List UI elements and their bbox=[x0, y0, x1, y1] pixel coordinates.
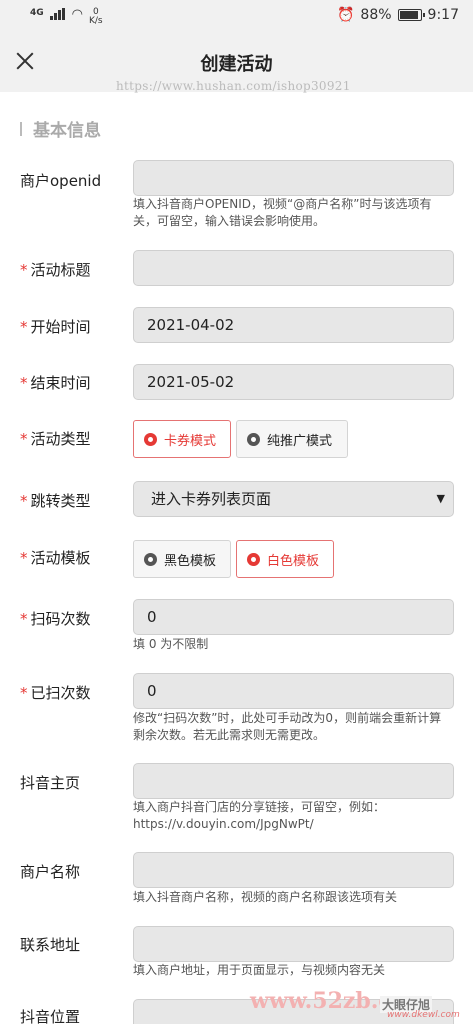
activity-template-label-text: 活动模板 bbox=[30, 549, 91, 567]
activity-template-label: * 活动模板 bbox=[20, 547, 91, 568]
activity-title-label-text: 活动标题 bbox=[30, 261, 91, 279]
douyin-homepage-label-text: 抖音主页 bbox=[20, 774, 81, 792]
radio-promotion-mode-label: 纯推广模式 bbox=[267, 433, 333, 449]
merchant-openid-label: 商户openid bbox=[20, 170, 101, 191]
merchant-name-hint: 填入抖音商户名称，视频的商户名称跟该选项有关 bbox=[133, 890, 398, 904]
alarm-icon: ⏰ bbox=[336, 7, 355, 23]
merchant-name-input[interactable] bbox=[133, 852, 454, 888]
start-time-input[interactable]: 2021-04-02 bbox=[133, 307, 454, 343]
status-bar: 4G ◠ 0 K/s ⏰ 88% 9:17 bbox=[0, 0, 473, 34]
required-mark: * bbox=[20, 374, 28, 392]
contact-address-input[interactable] bbox=[133, 926, 454, 962]
dropdown-arrow-icon: ▼ bbox=[436, 492, 445, 505]
activity-type-label: * 活动类型 bbox=[20, 428, 91, 449]
signal-bars-icon bbox=[49, 8, 66, 20]
battery-icon bbox=[397, 9, 425, 21]
section-title-text: 基本信息 bbox=[33, 121, 101, 141]
scan-count-hint: 填 0 为不限制 bbox=[133, 637, 209, 651]
required-mark: * bbox=[20, 549, 28, 567]
activity-type-label-text: 活动类型 bbox=[30, 430, 91, 448]
activity-title-input[interactable] bbox=[133, 250, 454, 286]
status-left: 4G ◠ 0 K/s bbox=[30, 8, 103, 26]
activity-title-label: * 活动标题 bbox=[20, 259, 91, 280]
merchant-openid-input[interactable] bbox=[133, 160, 454, 196]
merchant-name-label: 商户名称 bbox=[20, 861, 80, 882]
status-right: ⏰ 88% 9:17 bbox=[337, 7, 459, 23]
douyin-location-label: 抖音位置 bbox=[20, 1006, 80, 1024]
scanned-count-hint: 修改“扫码次数”时，此处可手动改为0，则前端会重新计算剩余次数。若无此需求则无需… bbox=[133, 711, 442, 742]
required-mark: * bbox=[20, 261, 28, 279]
radio-white-template-label: 白色模板 bbox=[267, 553, 320, 569]
scan-count-label: * 扫码次数 bbox=[20, 608, 91, 629]
watermark-url: https://www.hushan.com/ishop30921 bbox=[116, 79, 351, 93]
radio-unselected-icon bbox=[144, 552, 157, 566]
wifi-icon: ◠ bbox=[71, 7, 83, 22]
nav-bar: 创建活动 https://www.hushan.com/ishop30921 bbox=[0, 34, 473, 93]
douyin-homepage-input[interactable] bbox=[133, 763, 454, 799]
jump-type-value: 进入卡券列表页面 bbox=[151, 490, 272, 508]
start-time-label-text: 开始时间 bbox=[30, 318, 91, 336]
speed-unit: K/s bbox=[89, 16, 103, 26]
merchant-name-label-text: 商户名称 bbox=[20, 863, 81, 881]
radio-white-template[interactable]: 白色模板 bbox=[236, 540, 334, 578]
start-time-label: * 开始时间 bbox=[20, 316, 91, 337]
required-mark: * bbox=[20, 492, 28, 510]
radio-promotion-mode[interactable]: 纯推广模式 bbox=[236, 420, 348, 458]
merchant-openid-label-text: 商户openid bbox=[20, 172, 102, 190]
battery-percent: 88% bbox=[360, 7, 392, 23]
scanned-count-label: * 已扫次数 bbox=[20, 682, 91, 703]
clock-time: 9:17 bbox=[427, 7, 459, 23]
radio-unselected-icon bbox=[247, 432, 260, 446]
scan-count-input[interactable]: 0 bbox=[133, 599, 454, 635]
radio-coupon-mode-label: 卡券模式 bbox=[164, 433, 217, 449]
required-mark: * bbox=[20, 430, 28, 448]
end-time-input[interactable]: 2021-05-02 bbox=[133, 364, 454, 400]
watermark-sub: www.dkewl.com bbox=[387, 1010, 460, 1020]
radio-coupon-mode[interactable]: 卡券模式 bbox=[133, 420, 231, 458]
end-time-label: * 结束时间 bbox=[20, 372, 91, 393]
douyin-homepage-label: 抖音主页 bbox=[20, 772, 80, 793]
end-time-label-text: 结束时间 bbox=[30, 374, 91, 392]
scanned-count-input[interactable]: 0 bbox=[133, 673, 454, 709]
contact-address-label-text: 联系地址 bbox=[20, 936, 81, 954]
radio-black-template[interactable]: 黑色模板 bbox=[133, 540, 231, 578]
required-mark: * bbox=[20, 684, 28, 702]
radio-black-template-label: 黑色模板 bbox=[164, 553, 217, 569]
scanned-count-label-text: 已扫次数 bbox=[30, 684, 91, 702]
page-title: 创建活动 bbox=[200, 54, 273, 75]
required-mark: * bbox=[20, 610, 28, 628]
signal-type: 4G bbox=[30, 8, 44, 18]
radio-selected-icon bbox=[247, 552, 260, 566]
merchant-openid-hint: 填入抖音商户OPENID，视频“@商户名称”时与该选项有关，可留空，输入错误会影… bbox=[133, 197, 432, 228]
jump-type-label-text: 跳转类型 bbox=[30, 492, 91, 510]
jump-type-label: * 跳转类型 bbox=[20, 490, 91, 511]
scan-count-label-text: 扫码次数 bbox=[30, 610, 91, 628]
douyin-location-label-text: 抖音位置 bbox=[20, 1008, 81, 1024]
section-title: 基本信息 bbox=[20, 116, 101, 141]
section-bar bbox=[20, 121, 22, 136]
required-mark: * bbox=[20, 318, 28, 336]
network-speed: 0 K/s bbox=[89, 8, 103, 26]
contact-address-hint: 填入商户地址，用于页面显示，与视频内容无关 bbox=[133, 963, 386, 977]
radio-selected-icon bbox=[144, 432, 157, 446]
contact-address-label: 联系地址 bbox=[20, 934, 80, 955]
jump-type-select[interactable]: 进入卡券列表页面 ▼ bbox=[133, 481, 454, 517]
douyin-homepage-hint: 填入商户抖音门店的分享链接，可留空，例如：https://v.douyin.co… bbox=[133, 800, 386, 831]
